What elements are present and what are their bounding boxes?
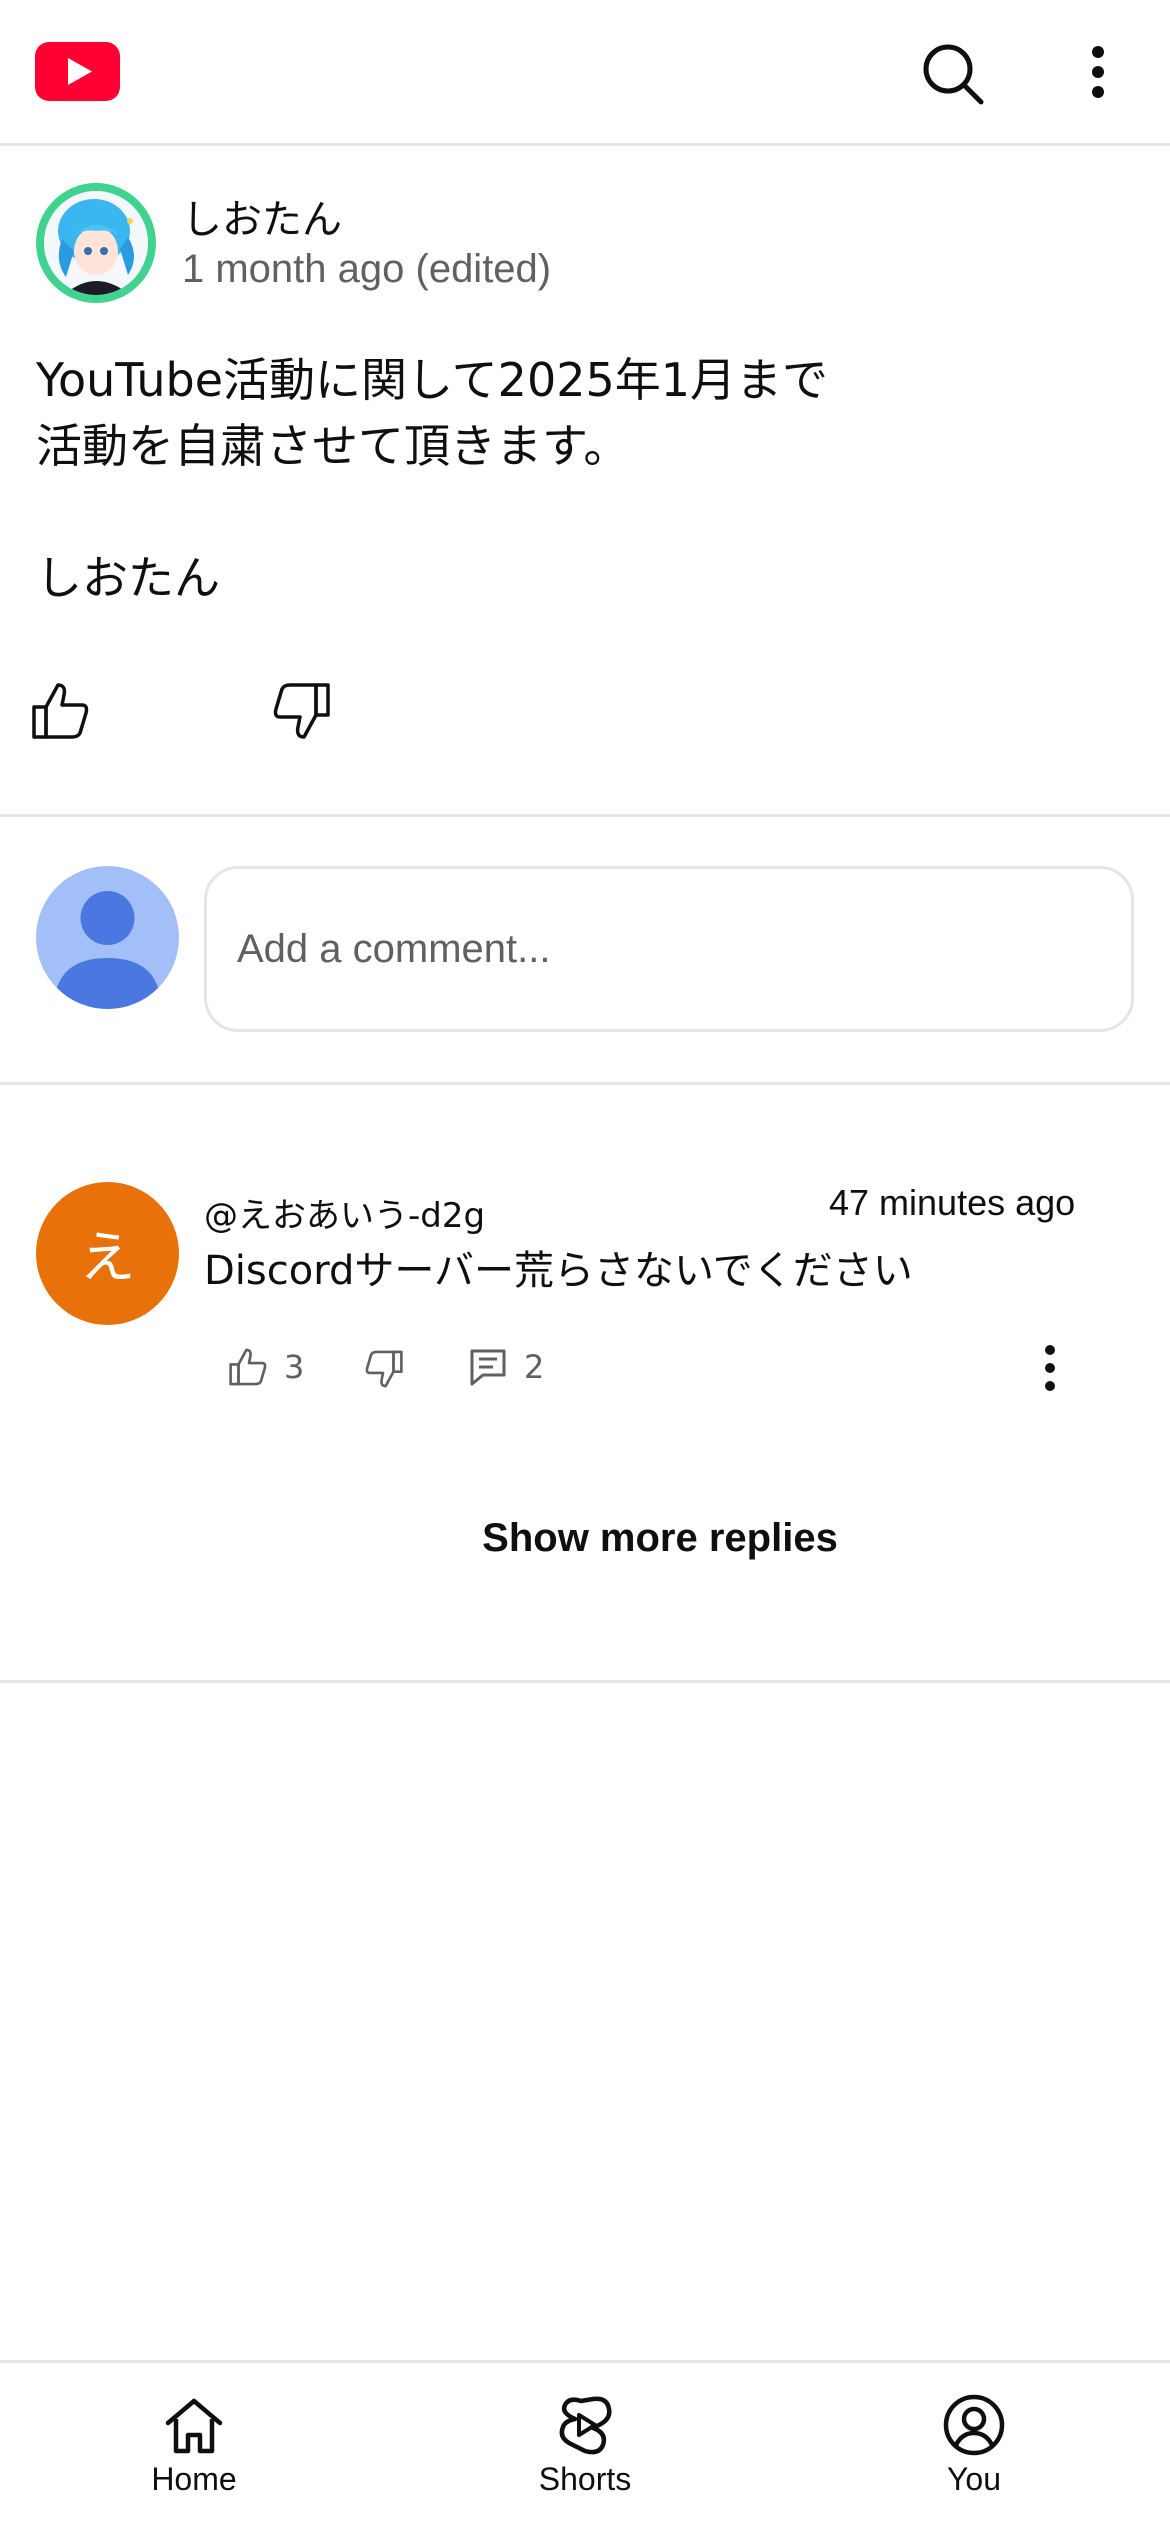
bottom-navigation: Home Shorts You [0,2360,1170,2532]
channel-name[interactable]: しおたん [182,187,342,245]
nav-shorts-label: Shorts [538,2461,632,2497]
show-more-replies-button[interactable]: Show more replies [0,1516,1170,1561]
comment-compose: Add a comment... [0,820,1170,1085]
thumbs-down-icon[interactable] [268,679,332,743]
top-app-bar [0,0,1170,146]
thumbs-up-icon[interactable] [228,1346,270,1388]
more-vertical-icon[interactable] [1078,36,1118,112]
channel-avatar[interactable] [36,183,156,303]
home-icon [165,2398,223,2454]
nav-you[interactable]: You [874,2393,1074,2513]
thumbs-down-icon[interactable] [362,1348,404,1390]
more-vertical-icon[interactable] [1040,1340,1060,1396]
community-post: しおたん 1 month ago (edited) YouTube活動に関して2… [0,149,1170,817]
post-timestamp: 1 month ago (edited) [182,247,552,291]
comment-input-placeholder: Add a comment... [237,927,551,971]
comment-author-avatar[interactable]: え [36,1182,179,1325]
youtube-logo-icon[interactable] [35,42,120,101]
nav-you-label: You [947,2461,1001,2497]
nav-home[interactable]: Home [94,2393,294,2513]
account-circle-icon [943,2394,1005,2456]
comments-section: え @えおあいう-d2g 47 minutes ago Discordサーバー荒… [0,1088,1170,1683]
channel-avatar-image [44,191,148,295]
post-body-text: YouTube活動に関して2025年1月まで 活動を自粛させて頂きます。 しおた… [36,353,829,605]
comment-reply-count: 2 [524,1348,545,1386]
search-icon[interactable] [915,36,991,112]
reply-icon[interactable] [469,1348,507,1386]
comment-timestamp: 47 minutes ago [829,1182,1076,1223]
comment-like-count: 3 [284,1348,305,1386]
comment-text: Discordサーバー荒らさないでください [204,1248,913,1294]
thumbs-up-icon[interactable] [30,679,94,743]
default-user-avatar-icon [36,866,179,1009]
nav-home-label: Home [151,2461,237,2497]
shorts-icon [559,2396,612,2455]
nav-shorts[interactable]: Shorts [485,2393,685,2513]
comment-input[interactable]: Add a comment... [204,866,1134,1032]
comment-author[interactable]: @えおあいう-d2g [204,1188,485,1237]
